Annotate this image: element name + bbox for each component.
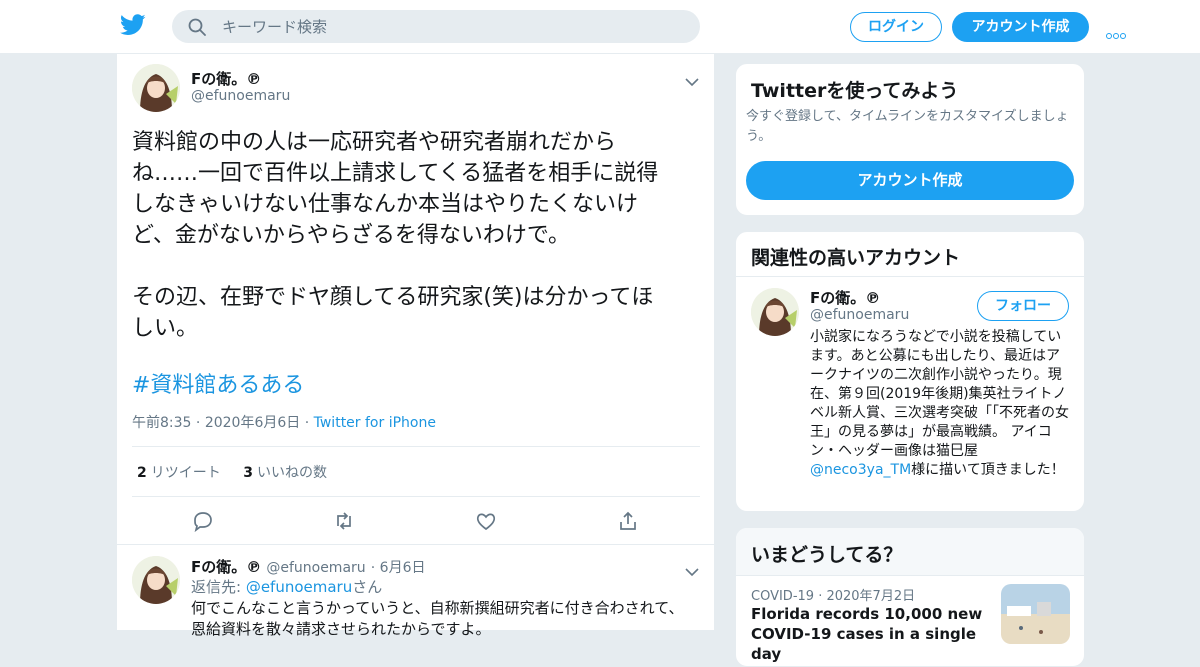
tweet-stats: 2 リツイート 3 いいねの数 — [137, 462, 345, 482]
follow-button[interactable]: フォロー — [977, 291, 1069, 321]
trend-meta: COVID-19 · 2020年7月2日 — [751, 585, 915, 604]
like-icon[interactable] — [475, 510, 497, 532]
card-description: 今すぐ登録して、タイムラインをカスタマイズしましょう。 — [746, 109, 1069, 144]
hashtag-link[interactable]: #資料館あるある — [132, 367, 304, 399]
tweet-actions — [117, 510, 716, 533]
trend-item-title[interactable]: Florida records 10,000 new COVID-19 case… — [751, 604, 993, 664]
account-name[interactable]: Fの衛。℗ — [810, 287, 880, 308]
trend-category: COVID-19 — [751, 589, 815, 604]
card-title: Twitterを使ってみよう — [751, 80, 959, 102]
chevron-down-icon[interactable] — [685, 72, 699, 87]
search-icon — [188, 18, 206, 36]
bio-text-end: 様に描いて頂きました！ — [911, 462, 1065, 478]
trend-thumbnail[interactable] — [1001, 584, 1070, 644]
tweet-meta: 午前8:35 · 2020年6月6日 · Twitter for iPhone — [132, 412, 436, 432]
share-icon[interactable] — [617, 510, 639, 532]
retweet-icon[interactable] — [333, 510, 355, 532]
tweet-source-link[interactable]: Twitter for iPhone — [314, 415, 436, 431]
card-title: 関連性の高いアカウント — [751, 247, 961, 269]
avatar[interactable] — [132, 556, 180, 604]
tweet-date[interactable]: 6月6日 — [380, 560, 426, 576]
reply-tweet-header: Fの衛。℗ @efunoemaru · 6月6日 — [191, 556, 425, 577]
tweet-time[interactable]: 午前8:35 — [132, 415, 191, 431]
meta-separator: · — [370, 560, 380, 576]
retweets-stat[interactable]: 2 リツイート — [137, 462, 221, 482]
author-handle[interactable]: @efunoemaru — [191, 88, 290, 104]
likes-count: 3 — [243, 465, 253, 481]
trend-date: 2020年7月2日 — [826, 589, 916, 604]
card-title: いまどうしてる？ — [751, 544, 903, 566]
reply-suffix: さん — [352, 578, 383, 596]
tweet-date[interactable]: 2020年6月6日 — [205, 415, 300, 431]
account-bio: 小説家になろうなどで小説を投稿しています。あと公募にも出したり、最近はアークナイ… — [810, 328, 1072, 480]
related-accounts-card: 関連性の高いアカウント Fの衛。℗ @efunoemaru フォロー 小説家にな… — [735, 231, 1085, 512]
divider — [117, 544, 716, 545]
meta-separator: · — [195, 415, 205, 431]
reply-to-line: 返信先: @efunoemaruさん — [191, 576, 382, 597]
meta-separator: · — [304, 415, 314, 431]
twitter-bird-icon[interactable] — [119, 14, 146, 36]
reply-prefix: 返信先: — [191, 578, 246, 596]
try-twitter-card: Twitterを使ってみよう 今すぐ登録して、タイムラインをカスタマイズしましょ… — [735, 63, 1085, 216]
tweet-text: 資料館の中の人は一応研究者や研究者崩れだから ね……一回で百件以上請求してくる猛… — [132, 130, 659, 341]
chevron-down-icon[interactable] — [685, 562, 699, 577]
more-dots-icon[interactable] — [1106, 24, 1132, 39]
tweet-column: Fの衛。℗ @efunoemaru 資料館の中の人は一応研究者や研究者崩れだから… — [116, 54, 716, 638]
search-bar[interactable] — [172, 10, 700, 43]
top-bar: ログイン アカウント作成 — [0, 0, 1200, 54]
bio-mention-link[interactable]: @neco3ya_TM — [810, 462, 911, 478]
reply-handle-link[interactable]: @efunoemaru — [246, 578, 352, 596]
retweets-count: 2 — [137, 465, 147, 481]
divider — [132, 496, 700, 497]
author-name[interactable]: Fの衛。℗ — [191, 558, 261, 576]
avatar[interactable] — [132, 64, 180, 112]
reply-tweet-text: 何でこんなこと言うかっていうと、自称新撰組研究者に付き合わされて、恩給資料を散々… — [191, 599, 684, 638]
likes-label: いいねの数 — [256, 465, 327, 481]
login-button[interactable]: ログイン — [850, 12, 942, 42]
signup-button[interactable]: アカウント作成 — [746, 161, 1074, 200]
likes-stat[interactable]: 3 いいねの数 — [243, 462, 327, 482]
author-name[interactable]: Fの衛。℗ — [191, 68, 261, 89]
retweets-label: リツイート — [150, 465, 221, 481]
search-input[interactable] — [222, 10, 682, 43]
avatar[interactable] — [751, 288, 799, 336]
reply-icon[interactable] — [192, 510, 214, 533]
account-handle[interactable]: @efunoemaru — [810, 307, 909, 323]
bio-text: 小説家になろうなどで小説を投稿しています。あと公募にも出したり、最近はアークナイ… — [810, 329, 1069, 459]
trends-card: いまどうしてる？ COVID-19 · 2020年7月2日 Florida re… — [735, 527, 1085, 667]
divider — [736, 276, 1084, 277]
divider — [132, 446, 700, 447]
signup-button[interactable]: アカウント作成 — [952, 12, 1089, 42]
author-handle[interactable]: @efunoemaru — [266, 560, 365, 576]
